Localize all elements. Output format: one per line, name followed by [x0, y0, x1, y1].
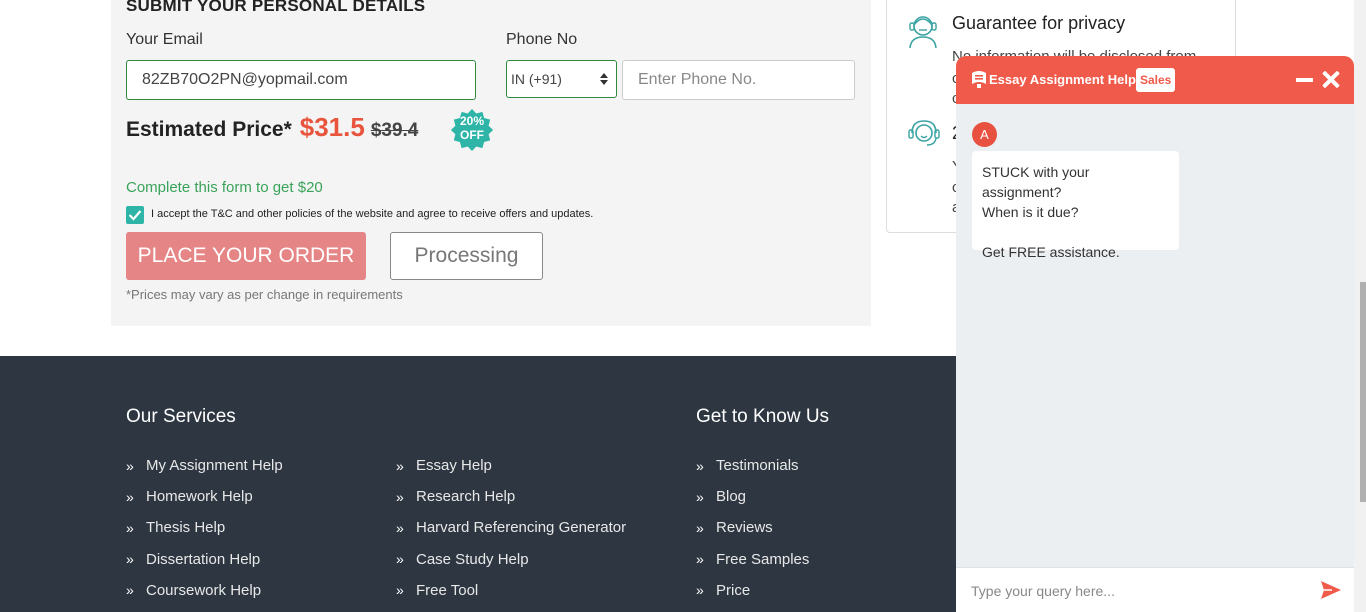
footer-link-label: Harvard Referencing Generator: [416, 519, 627, 537]
footer-link[interactable]: » Blog: [696, 481, 809, 512]
footer-link-label: My Assignment Help: [146, 457, 283, 475]
footer-link-label: Reviews: [716, 519, 773, 537]
services-heading: Our Services: [126, 406, 236, 427]
order-form: SUBMIT YOUR PERSONAL DETAILS Your Email …: [111, 0, 871, 326]
badge-percent: 20%: [459, 114, 485, 128]
send-icon[interactable]: [1320, 580, 1342, 600]
place-order-button[interactable]: PLACE YOUR ORDER: [126, 232, 366, 280]
footer-link[interactable]: » My Assignment Help: [126, 450, 283, 481]
footer-link[interactable]: » Reviews: [696, 512, 809, 543]
chat-composer: [956, 567, 1354, 612]
select-caret-icon: [600, 71, 608, 87]
double-chevron-icon: »: [126, 551, 134, 568]
double-chevron-icon: »: [126, 519, 134, 536]
double-chevron-icon: »: [696, 519, 704, 536]
footer-link-label: Free Tool: [416, 581, 479, 599]
double-chevron-icon: »: [396, 551, 404, 568]
footer-link-label: Essay Help: [416, 457, 492, 475]
chat-message: STUCK with your assignment? When is it d…: [972, 151, 1179, 260]
brand-logo-icon: [972, 71, 986, 88]
double-chevron-icon: »: [126, 457, 134, 474]
double-chevron-icon: »: [696, 457, 704, 474]
minimize-icon[interactable]: [1296, 78, 1313, 82]
price-note: *Prices may vary as per change in requir…: [126, 287, 403, 302]
double-chevron-icon: »: [126, 488, 134, 505]
processing-button[interactable]: Processing: [390, 232, 543, 280]
services-list-col1: » My Assignment Help » Homework Help » Thes…: [126, 450, 283, 606]
footer-link-label: Dissertation Help: [146, 550, 261, 568]
double-chevron-icon: »: [696, 488, 704, 505]
phone-field[interactable]: [622, 60, 855, 100]
email-label: Your Email: [126, 31, 203, 48]
close-icon[interactable]: [1322, 71, 1339, 88]
know-us-list: » Testimonials » Blog » Reviews » Free Sampl…: [696, 450, 809, 606]
double-chevron-icon: »: [396, 519, 404, 536]
badge-text: 20% OFF: [447, 114, 497, 142]
chat-header: Essay Assignment Help Sales: [956, 56, 1354, 104]
footer-link-label: Homework Help: [146, 488, 253, 506]
email-field[interactable]: [126, 60, 476, 100]
price-original: $39.4: [370, 120, 419, 141]
footer-link[interactable]: » Dissertation Help: [126, 544, 283, 575]
double-chevron-icon: »: [396, 457, 404, 474]
chat-message-line: [982, 222, 1169, 242]
support-agent-icon: [908, 120, 940, 146]
double-chevron-icon: »: [396, 582, 404, 599]
chat-input[interactable]: [971, 576, 1301, 606]
country-code-value: IN (+91): [511, 71, 562, 87]
footer-link[interactable]: » Essay Help: [396, 450, 626, 481]
discount-badge: 20% OFF: [447, 105, 497, 155]
chat-message-line: STUCK with your assignment?: [982, 164, 1090, 200]
form-incentive-text: Complete this form to get $20: [126, 179, 323, 196]
footer-link-label: Free Samples: [716, 550, 810, 568]
footer-link[interactable]: » Free Samples: [696, 544, 809, 575]
footer-link[interactable]: » Harvard Referencing Generator: [396, 512, 626, 543]
services-list-col2: » Essay Help » Research Help » Harvard Refe…: [396, 450, 626, 606]
phone-label: Phone No: [506, 31, 578, 48]
checkmark-icon: [128, 210, 142, 221]
chat-department-tag: Sales: [1136, 68, 1176, 92]
price-label: Estimated Price*: [126, 118, 292, 141]
footer-link-label: Blog: [716, 488, 747, 506]
footer-link-label: Thesis Help: [146, 519, 226, 537]
footer-link[interactable]: » Testimonials: [696, 450, 809, 481]
footer-link-label: Coursework Help: [146, 581, 262, 599]
form-title: SUBMIT YOUR PERSONAL DETAILS: [126, 0, 426, 15]
country-code-select[interactable]: IN (+91): [506, 60, 617, 98]
chat-brand-name: Essay Assignment Help: [989, 72, 1136, 87]
agent-avatar: A: [972, 122, 997, 147]
double-chevron-icon: »: [396, 488, 404, 505]
footer-link[interactable]: » Free Tool: [396, 575, 626, 606]
footer-link-label: Research Help: [416, 488, 516, 506]
price-discounted: $31.5: [299, 112, 365, 142]
badge-off: OFF: [460, 128, 484, 142]
footer-link-label: Case Study Help: [416, 550, 529, 568]
footer-link-label: Price: [716, 581, 751, 599]
footer-link[interactable]: » Case Study Help: [396, 544, 626, 575]
terms-checkbox[interactable]: [126, 206, 144, 224]
footer-link[interactable]: » Homework Help: [126, 481, 283, 512]
footer-link[interactable]: » Coursework Help: [126, 575, 283, 606]
chat-message-line: Get FREE assistance.: [982, 244, 1120, 260]
terms-label: I accept the T&C and other policies of t…: [151, 208, 594, 220]
footer-link[interactable]: » Research Help: [396, 481, 626, 512]
double-chevron-icon: »: [126, 582, 134, 599]
know-us-heading: Get to Know Us: [696, 406, 830, 427]
footer-link-label: Testimonials: [716, 457, 799, 475]
scrollbar-thumb[interactable]: [1360, 282, 1366, 502]
double-chevron-icon: »: [696, 582, 704, 599]
chat-widget: Essay Assignment Help Sales A STUCK with…: [956, 56, 1354, 612]
chat-message-line: When is it due?: [982, 204, 1079, 220]
page: SUBMIT YOUR PERSONAL DETAILS Your Email …: [0, 0, 1366, 612]
footer-link[interactable]: » Thesis Help: [126, 512, 283, 543]
privacy-person-icon: [909, 16, 937, 49]
privacy-title: Guarantee for privacy: [952, 13, 1126, 33]
double-chevron-icon: »: [696, 551, 704, 568]
footer-link[interactable]: » Price: [696, 575, 809, 606]
estimated-price: Estimated Price* $31.5 $39.4: [126, 112, 418, 143]
